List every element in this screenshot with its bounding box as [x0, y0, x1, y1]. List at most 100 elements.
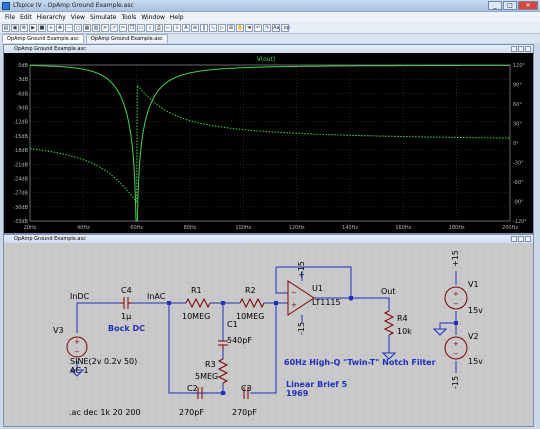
schematic-minimize-button[interactable] [511, 236, 517, 242]
net-label-inac[interactable]: InAC [147, 292, 166, 301]
grid-dot [124, 355, 125, 356]
halt-icon[interactable]: ■ [38, 23, 46, 32]
pan-icon[interactable]: ✥ [56, 23, 64, 32]
v3-value[interactable]: SINE(2v 0.2v 50) [70, 357, 137, 366]
note-bock-dc[interactable]: Bock DC [108, 324, 145, 333]
c2-ref[interactable]: C2 [187, 384, 198, 393]
menu-simulate[interactable]: Simulate [90, 14, 117, 21]
r4-value[interactable]: 10k [397, 327, 412, 336]
inductor-icon[interactable]: ∿ [209, 23, 217, 32]
r3-value[interactable]: 5MEG [195, 372, 218, 381]
u1-value[interactable]: LT1115 [312, 298, 341, 307]
undo-icon[interactable]: ↶ [254, 23, 262, 32]
r1-ref[interactable]: R1 [191, 286, 202, 295]
c2-value[interactable]: 270pF [179, 408, 204, 417]
grid-dot [452, 403, 453, 404]
r2-value[interactable]: 10MEG [236, 312, 264, 321]
grid-dot [492, 275, 493, 276]
cascade-icon[interactable]: ▥ [92, 23, 100, 32]
find-icon[interactable]: ⌕ [146, 23, 154, 32]
probe-icon[interactable]: ↗ [110, 23, 118, 32]
menu-file[interactable]: File [5, 14, 15, 21]
tab-schematic[interactable]: OpAmp Ground Example.asc [85, 34, 168, 43]
v3-ac[interactable]: AC 1 [70, 366, 89, 375]
zoom-in-icon[interactable]: + [47, 23, 55, 32]
wire-icon[interactable]: ⌐ [164, 23, 172, 32]
cut-icon[interactable]: ✂ [119, 23, 127, 32]
grid-dot [244, 331, 245, 332]
net-label-out[interactable]: Out [381, 287, 396, 296]
redo-icon[interactable]: ↷ [263, 23, 271, 32]
label-icon[interactable]: A [182, 23, 190, 32]
print-icon[interactable]: ⎙ [155, 23, 163, 32]
menu-hierarchy[interactable]: Hierarchy [37, 14, 66, 21]
resistor-icon[interactable]: ʍ [191, 23, 199, 32]
minimize-button[interactable]: _ [488, 1, 502, 10]
run-icon[interactable]: ▶ [29, 23, 37, 32]
trace-label[interactable]: V(out) [257, 56, 276, 63]
copy-icon[interactable]: ❐ [128, 23, 136, 32]
sim-directive[interactable]: .ac dec 1k 20 200 [69, 408, 141, 417]
grid-dot [12, 259, 13, 260]
menu-help[interactable]: Help [170, 14, 184, 21]
schematic-drawing[interactable]: − + + − + − + − InDC InAC Out C4 1µ R1 1… [4, 243, 533, 426]
spice-directive-icon[interactable]: .op [281, 23, 290, 32]
capacitor-icon[interactable]: ‖ [200, 23, 208, 32]
zoom-out-icon[interactable]: − [65, 23, 73, 32]
menu-tools[interactable]: Tools [121, 14, 136, 21]
schematic-canvas[interactable]: − + + − + − + − InDC InAC Out C4 1µ R1 1… [4, 243, 533, 426]
c1-value[interactable]: 540pF [227, 336, 252, 345]
close-button[interactable]: ✕ [518, 1, 538, 10]
move-icon[interactable]: ✋ [236, 23, 244, 32]
note-year[interactable]: 1969 [286, 389, 309, 398]
component-icon[interactable]: ⊞ [227, 23, 235, 32]
c1-ref[interactable]: C1 [227, 320, 238, 329]
v3-ref[interactable]: V3 [53, 326, 64, 335]
tab-waveform[interactable]: OpAmp Ground Example.asc [2, 34, 84, 43]
open-icon[interactable]: ▤ [2, 23, 10, 32]
c3-value[interactable]: 270pF [232, 408, 257, 417]
paste-icon[interactable]: ▭ [137, 23, 145, 32]
ground-icon[interactable]: ⏚ [173, 23, 181, 32]
c4-value[interactable]: 1µ [121, 312, 131, 321]
v1-ref[interactable]: V1 [468, 280, 479, 289]
note-filter-title[interactable]: 60Hz High-Q "Twin-T" Notch Filter [284, 358, 436, 367]
tile-icon[interactable]: ▦ [83, 23, 91, 32]
v2-ref[interactable]: V2 [468, 332, 479, 341]
grid-dot [444, 251, 445, 252]
maximize-button[interactable]: □ [503, 1, 517, 10]
c4-ref[interactable]: C4 [121, 286, 132, 295]
menu-view[interactable]: View [71, 14, 85, 21]
waveform-chart[interactable]: 0dB -3dB -6dB -9dB -12dB -15dB -18dB -21dB -24dB… [4, 53, 533, 233]
save-icon[interactable]: ▣ [11, 23, 19, 32]
schematic-close-button[interactable] [525, 236, 531, 242]
grid-dot [380, 387, 381, 388]
waveform-minimize-button[interactable] [511, 46, 517, 52]
r1-value[interactable]: 10MEG [182, 312, 210, 321]
c3-ref[interactable]: C3 [241, 384, 252, 393]
v2-value[interactable]: 15v [468, 357, 483, 366]
zoom-fit-icon[interactable]: ◻ [74, 23, 82, 32]
drag-icon[interactable]: ☚ [245, 23, 253, 32]
r4-ref[interactable]: R4 [397, 314, 408, 323]
r2-ref[interactable]: R2 [245, 286, 256, 295]
note-linear-brief[interactable]: Linear Brief 5 [286, 380, 348, 389]
waveform-close-button[interactable] [525, 46, 531, 52]
menu-edit[interactable]: Edit [20, 14, 32, 21]
menu-window[interactable]: Window [141, 14, 165, 21]
waveform-maximize-button[interactable] [518, 46, 524, 52]
grid-dot [412, 411, 413, 412]
grid-dot [148, 307, 149, 308]
diode-icon[interactable]: ▷ [218, 23, 226, 32]
control-panel-icon[interactable]: ⚙ [20, 23, 28, 32]
v1-value[interactable]: 15v [468, 306, 483, 315]
text-icon[interactable]: Aa [272, 23, 280, 32]
r3-ref[interactable]: R3 [205, 360, 216, 369]
net-label-indc[interactable]: InDC [70, 292, 90, 301]
v3-minus-sign: − [74, 348, 80, 356]
close-window-icon[interactable]: × [101, 23, 109, 32]
waveform-plot[interactable]: 0dB -3dB -6dB -9dB -12dB -15dB -18dB -21dB -24dB… [4, 53, 533, 233]
grid-dot [20, 387, 21, 388]
schematic-maximize-button[interactable] [518, 236, 524, 242]
u1-ref[interactable]: U1 [312, 284, 323, 293]
